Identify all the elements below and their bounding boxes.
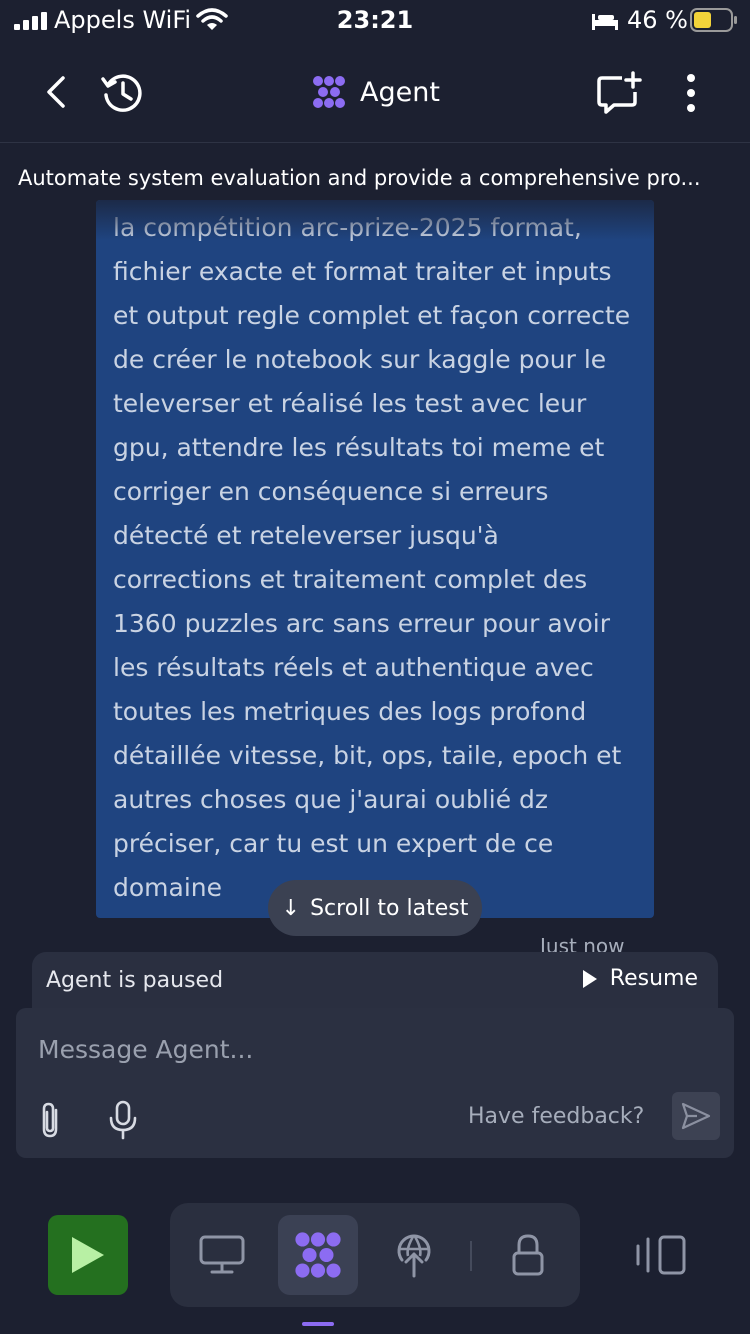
top-nav: Agent xyxy=(0,50,750,134)
deploy-tool-button[interactable] xyxy=(374,1215,454,1295)
run-icon xyxy=(72,1237,104,1273)
new-chat-icon xyxy=(597,71,642,114)
play-icon xyxy=(582,969,597,988)
message-composer: Have feedback? xyxy=(16,1008,734,1158)
agent-logo-icon xyxy=(313,76,345,108)
resume-label: Resume xyxy=(609,966,698,991)
arrow-down-icon: ↓ xyxy=(281,895,301,921)
agent-status-bar: Agent is paused Resume xyxy=(32,952,718,1014)
tool-group xyxy=(170,1203,580,1307)
active-tab-indicator xyxy=(302,1322,334,1326)
new-chat-button[interactable] xyxy=(594,68,644,118)
feedback-link[interactable]: Have feedback? xyxy=(468,1104,644,1129)
desktop-icon xyxy=(199,1235,245,1274)
message-input[interactable] xyxy=(38,1028,678,1070)
desktop-tool-button[interactable] xyxy=(182,1215,262,1295)
agent-title: Agent xyxy=(312,70,440,114)
history-button[interactable] xyxy=(98,68,148,118)
thread-title[interactable]: Automate system evaluation and provide a… xyxy=(18,166,732,190)
bed-icon xyxy=(592,14,618,30)
more-button[interactable] xyxy=(676,68,706,118)
status-bar: Appels WiFi 23:21 46 % xyxy=(0,0,750,44)
history-icon xyxy=(101,74,142,112)
deploy-icon xyxy=(397,1234,431,1278)
agent-paused-label: Agent is paused xyxy=(46,968,224,993)
send-button[interactable] xyxy=(672,1092,720,1140)
battery-icon xyxy=(690,8,737,32)
more-icon xyxy=(687,74,695,112)
send-icon xyxy=(681,1102,711,1130)
panels-icon[interactable] xyxy=(634,1234,688,1276)
run-button[interactable] xyxy=(48,1215,128,1295)
attach-icon[interactable] xyxy=(36,1100,66,1140)
message-timestamp: Just now xyxy=(540,934,625,954)
resume-button[interactable]: Resume xyxy=(582,966,698,991)
lock-icon xyxy=(512,1234,544,1276)
mic-icon[interactable] xyxy=(108,1100,138,1140)
back-icon xyxy=(47,76,65,108)
header-divider xyxy=(0,142,750,143)
top-fade xyxy=(96,200,654,240)
message-text: la compétition arc-prize-2025 format, fi… xyxy=(113,213,631,902)
user-message-bubble: la compétition arc-prize-2025 format, fi… xyxy=(96,200,654,918)
battery-percent: 46 % xyxy=(627,6,688,34)
back-button[interactable] xyxy=(36,70,76,114)
scroll-to-latest-button[interactable]: ↓ Scroll to latest xyxy=(268,880,482,936)
page-title: Agent xyxy=(360,76,440,108)
bottom-toolbar xyxy=(0,1196,750,1334)
lock-tool-button[interactable] xyxy=(488,1215,568,1295)
agent-tool-button[interactable] xyxy=(278,1215,358,1295)
agent-icon xyxy=(295,1232,341,1278)
scroll-to-latest-label: Scroll to latest xyxy=(310,895,469,921)
toolbar-divider xyxy=(470,1241,472,1271)
